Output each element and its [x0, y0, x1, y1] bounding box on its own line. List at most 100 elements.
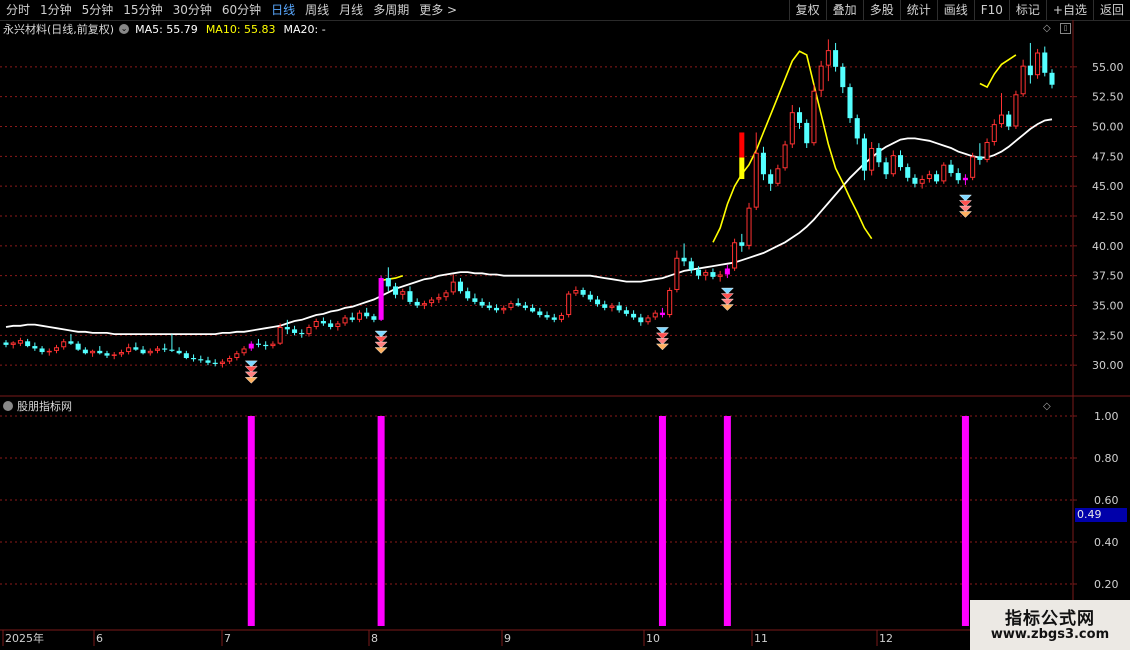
candle-body: [681, 257, 687, 262]
candle-body: [919, 179, 925, 184]
candle-body: [804, 122, 810, 144]
candle-body: [753, 152, 759, 208]
indicator-bar: [723, 416, 731, 626]
candle-body: [385, 278, 391, 287]
ma-white-line: [5, 118, 1053, 336]
time-axis-label: 9: [504, 632, 511, 645]
main-chart-legend: 永兴材料(日线,前复权) ⌄ MA5: 55.79 MA10: 55.83 MA…: [3, 21, 326, 37]
candle-body: [530, 307, 536, 312]
candle-body: [1042, 52, 1048, 73]
candle-body: [710, 272, 716, 277]
diamond-icon[interactable]: ◇: [1043, 401, 1051, 413]
candle-body: [349, 317, 355, 320]
candle-body: [587, 294, 593, 300]
time-axis-label: 2025年: [5, 631, 44, 645]
candle-body: [472, 298, 478, 302]
candle-body: [364, 312, 370, 317]
chevron-down-icon[interactable]: [3, 401, 13, 411]
candle-body: [75, 343, 81, 350]
gem-signal-icon: [958, 194, 972, 202]
y-tick-label: 0.80: [1094, 452, 1119, 465]
indicator-bar: [658, 416, 666, 626]
candle-body: [796, 112, 803, 123]
candle-body: [407, 291, 413, 302]
candle-body: [39, 348, 45, 353]
y-tick-label: 50.00: [1092, 121, 1124, 134]
candle-body: [573, 289, 579, 294]
diamond-icon[interactable]: ◇: [1043, 23, 1051, 35]
gem-signal-icon: [720, 293, 734, 300]
gem-signal-icon: [958, 205, 972, 213]
candle-body: [263, 344, 269, 347]
candle-body: [494, 307, 500, 311]
kline-chart[interactable]: 55.00 52.50 50.00 47.50 45.00 42.50 40.00 37.50…: [0, 0, 1130, 650]
candle-body: [400, 291, 406, 295]
y-tick-label: 35.00: [1092, 300, 1124, 313]
candle-body: [25, 341, 31, 347]
y-tick-label: 30.00: [1092, 359, 1124, 372]
breakout-marker-yellow: [739, 157, 745, 180]
watermark-url: www.zbgs3.com: [990, 627, 1110, 642]
gem-signal-icon: [958, 200, 972, 207]
candle-body: [104, 353, 110, 356]
gem-signal-icon: [655, 338, 669, 345]
candle-body: [775, 168, 781, 184]
candle-body: [299, 332, 305, 335]
candle-body: [234, 353, 240, 359]
candle-body: [926, 174, 932, 180]
candle-body: [854, 118, 860, 139]
candle-body: [1006, 114, 1012, 127]
candle-body: [111, 354, 117, 356]
candle-body: [616, 305, 622, 311]
ma20-label: MA20: -: [283, 22, 326, 36]
site-watermark: 指标公式网 www.zbgs3.com: [970, 600, 1130, 650]
candle-body: [566, 293, 572, 316]
candle-body: [912, 177, 918, 184]
candle-body: [17, 340, 23, 344]
gem-signal-icon: [720, 298, 734, 306]
candle-body: [717, 274, 723, 277]
indicator-bar: [961, 416, 969, 626]
ma-yellow-line: [380, 274, 404, 282]
candle-body: [378, 278, 384, 320]
gem-signal-icon: [244, 366, 258, 373]
candle-body: [818, 65, 824, 91]
chevron-down-icon[interactable]: ⌄: [119, 24, 130, 34]
candle-body: [162, 348, 168, 350]
y-tick-label: 55.00: [1092, 61, 1124, 74]
candle-body: [176, 350, 182, 354]
candle-body: [789, 112, 795, 145]
ma-yellow-line: [979, 54, 1017, 89]
candle-body: [840, 66, 846, 88]
candle-body: [328, 323, 334, 327]
indicator-current-value: 0.49: [1075, 508, 1127, 522]
y-tick-label: 37.50: [1092, 270, 1124, 283]
candle-body: [212, 362, 218, 364]
candle-body: [825, 50, 831, 66]
gem-signal-icon: [244, 371, 258, 379]
candle-body: [393, 286, 399, 295]
candle-body: [133, 347, 139, 350]
candle-body: [782, 144, 788, 169]
candle-body: [342, 317, 348, 324]
candle-body: [429, 299, 435, 304]
candle-body: [724, 268, 730, 275]
layout-icon[interactable]: ▯: [1060, 23, 1071, 34]
candle-body: [537, 311, 543, 316]
candle-body: [897, 155, 904, 168]
candle-body: [126, 347, 132, 353]
candle-body: [833, 50, 839, 67]
candle-body: [436, 297, 442, 300]
candle-body: [68, 341, 74, 344]
candle-body: [140, 349, 146, 354]
breakout-marker-red: [739, 132, 745, 158]
gem-signal-icon: [720, 287, 734, 295]
candle-body: [1027, 65, 1033, 76]
candle-body: [890, 155, 896, 175]
candle-body: [746, 207, 752, 246]
candle-body: [335, 323, 341, 327]
time-axis-label: 7: [224, 632, 231, 645]
y-tick-label: 0.40: [1094, 536, 1119, 549]
candle-body: [551, 317, 557, 320]
ma10-label: MA10: 55.83: [205, 22, 276, 36]
